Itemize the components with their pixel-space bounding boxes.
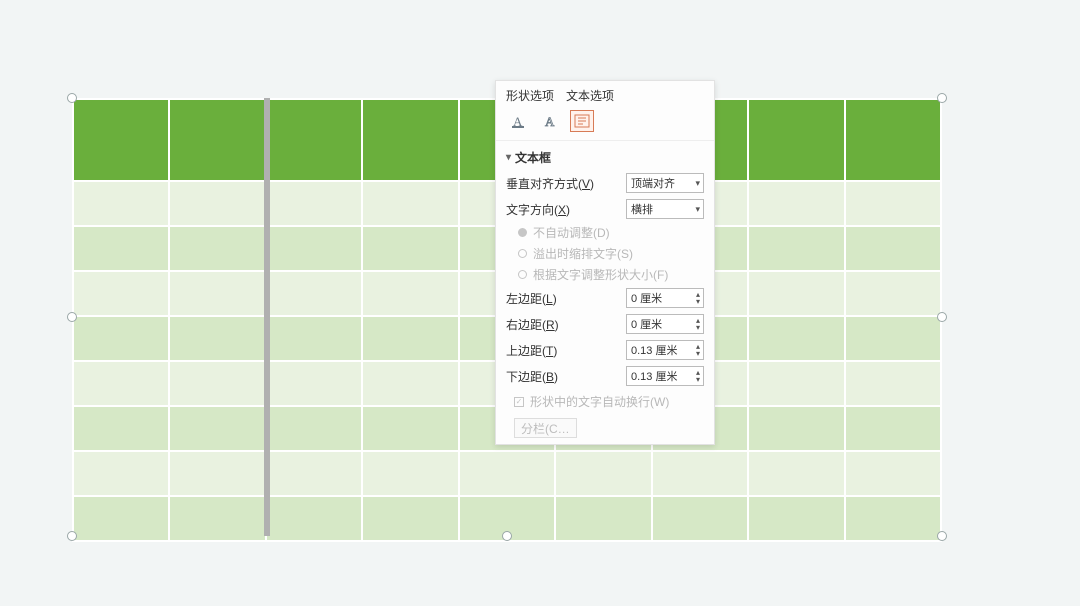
margin-bottom-input[interactable]: 0.13 厘米▴▾ <box>626 366 704 386</box>
spinner-icon: ▴▾ <box>696 291 700 305</box>
margin-right-label: 右边距(R) <box>506 316 626 333</box>
margin-left-input[interactable]: 0 厘米▴▾ <box>626 288 704 308</box>
margin-right-input[interactable]: 0 厘米▴▾ <box>626 314 704 334</box>
autofit-shrink-radio: 溢出时缩排文字(S) <box>496 243 714 264</box>
resize-handle-bm[interactable] <box>502 531 512 541</box>
checkbox-icon: ✓ <box>514 397 524 407</box>
spinner-icon: ▴▾ <box>696 317 700 331</box>
tab-shape-options[interactable]: 形状选项 <box>506 87 554 104</box>
radio-icon <box>518 270 527 279</box>
text-direction-select[interactable]: 横排▾ <box>626 199 704 219</box>
autofit-resize-shape-radio: 根据文字调整形状大小(F) <box>496 264 714 285</box>
table-row <box>73 451 941 496</box>
margin-top-input[interactable]: 0.13 厘米▴▾ <box>626 340 704 360</box>
chevron-down-icon: ▾ <box>506 152 511 163</box>
margin-bottom-label: 下边距(B) <box>506 368 626 385</box>
resize-handle-tl[interactable] <box>67 93 77 103</box>
margin-top-label: 上边距(T) <box>506 342 626 359</box>
resize-handle-bl[interactable] <box>67 531 77 541</box>
autofit-none-radio: 不自动调整(D) <box>496 222 714 243</box>
wrap-text-checkbox: ✓ 形状中的文字自动换行(W) <box>496 389 714 414</box>
radio-icon <box>518 228 527 237</box>
resize-handle-ml[interactable] <box>67 312 77 322</box>
resize-handle-tr[interactable] <box>937 93 947 103</box>
format-shape-pane: 形状选项 文本选项 A A ▾ 文本框 垂直对齐方式(V) 顶端对齐▾ 文字方向… <box>495 80 715 445</box>
vertical-alignment-select[interactable]: 顶端对齐▾ <box>626 173 704 193</box>
radio-icon <box>518 249 527 258</box>
spinner-icon: ▴▾ <box>696 369 700 383</box>
resize-handle-mr[interactable] <box>937 312 947 322</box>
textbox-icon[interactable] <box>570 110 594 132</box>
section-textbox-label: 文本框 <box>515 149 551 166</box>
chevron-down-icon: ▾ <box>695 204 700 215</box>
chevron-down-icon: ▾ <box>695 178 700 189</box>
vertical-alignment-label: 垂直对齐方式(V) <box>506 175 626 192</box>
svg-text:A: A <box>545 114 555 129</box>
tab-text-options[interactable]: 文本选项 <box>566 87 614 104</box>
text-fill-outline-icon[interactable]: A <box>506 110 530 132</box>
margin-left-label: 左边距(L) <box>506 290 626 307</box>
text-direction-label: 文字方向(X) <box>506 201 626 218</box>
text-effects-icon[interactable]: A <box>538 110 562 132</box>
columns-button: 分栏(C… <box>514 418 577 438</box>
spinner-icon: ▴▾ <box>696 343 700 357</box>
resize-handle-br[interactable] <box>937 531 947 541</box>
column-selection-indicator <box>264 98 270 536</box>
section-textbox-header[interactable]: ▾ 文本框 <box>496 141 714 170</box>
